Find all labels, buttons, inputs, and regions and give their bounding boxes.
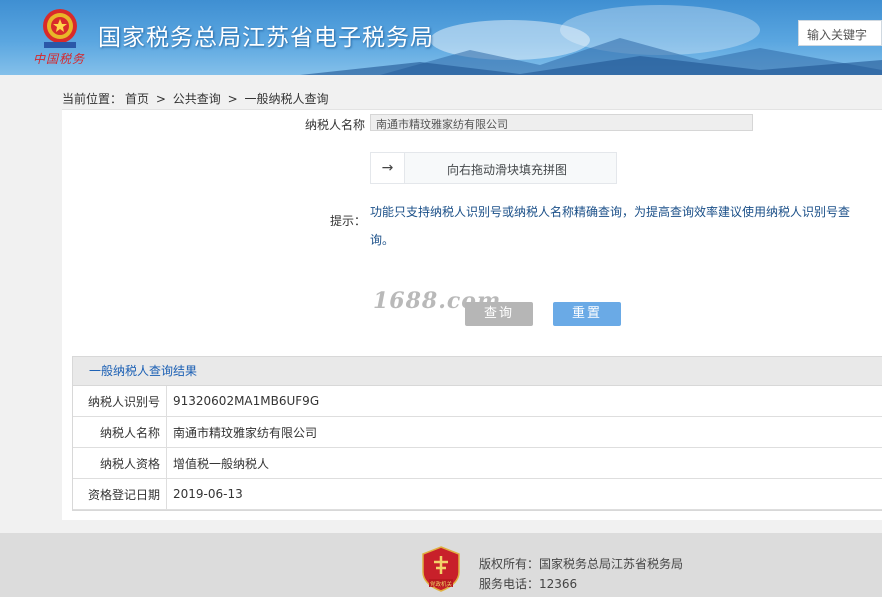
row-value: 2019-06-13 bbox=[166, 478, 882, 510]
table-row: 资格登记日期 2019-06-13 bbox=[73, 478, 882, 510]
taxpayer-name-input[interactable]: 南通市精玟雅家纺有限公司 bbox=[370, 114, 753, 131]
hint-text: 功能只支持纳税人识别号或纳税人名称精确查询，为提高查询效率建议使用纳税人识别号查… bbox=[370, 205, 851, 247]
table-row: 纳税人识别号 91320602MA1MB6UF9G bbox=[73, 386, 882, 417]
row-label: 纳税人识别号 bbox=[73, 386, 167, 417]
header-slogan: 中国税务 bbox=[33, 52, 86, 66]
row-value: 南通市精玟雅家纺有限公司 bbox=[166, 416, 882, 448]
slider-instruction: 向右拖动滑块填充拼图 bbox=[447, 163, 568, 177]
national-emblem-icon bbox=[43, 9, 77, 48]
row-label: 纳税人名称 bbox=[73, 416, 167, 448]
table-row: 纳税人资格 增值税一般纳税人 bbox=[73, 447, 882, 479]
site-title: 国家税务总局江苏省电子税务局 bbox=[98, 25, 434, 51]
row-label: 资格登记日期 bbox=[73, 478, 167, 510]
footer-logo-text: 党政机关 bbox=[430, 580, 453, 588]
results-table: 一般纳税人查询结果 纳税人识别号 91320602MA1MB6UF9G 纳税人名… bbox=[72, 356, 882, 511]
site-footer: 党政机关 版权所有：国家税务总局江苏省税务局 服务电话：12366 bbox=[0, 533, 882, 597]
search-input[interactable]: 输入关键字 bbox=[798, 20, 882, 46]
breadcrumb-separator: > bbox=[227, 92, 238, 106]
results-grid: 纳税人识别号 91320602MA1MB6UF9G 纳税人名称 南通市精玟雅家纺… bbox=[73, 386, 882, 510]
breadcrumb: 当前位置： 首页 > 公共查询 > 一般纳税人查询 bbox=[62, 90, 332, 107]
slider-arrow-icon[interactable]: → bbox=[371, 153, 405, 183]
captcha-slider[interactable]: → 向右拖动滑块填充拼图 bbox=[370, 152, 617, 184]
results-title: 一般纳税人查询结果 bbox=[73, 357, 882, 386]
footer-copyright: 版权所有：国家税务总局江苏省税务局 bbox=[479, 557, 684, 571]
taxpayer-name-label: 纳税人名称 bbox=[305, 118, 366, 132]
reset-button[interactable]: 重置 bbox=[553, 302, 621, 326]
query-button[interactable]: 查询 bbox=[465, 302, 533, 326]
breadcrumb-separator: > bbox=[155, 92, 166, 106]
row-value: 增值税一般纳税人 bbox=[166, 447, 882, 479]
row-label: 纳税人资格 bbox=[73, 447, 167, 479]
breadcrumb-prefix: 当前位置： bbox=[62, 92, 123, 106]
footer-phone: 服务电话：12366 bbox=[479, 577, 578, 591]
site-header: 中国税务 国家税务总局江苏省电子税务局 输入关键字 bbox=[0, 0, 882, 75]
hint-label: 提示： bbox=[330, 214, 367, 228]
party-government-badge-icon[interactable]: 党政机关 bbox=[421, 546, 461, 592]
breadcrumb-current: 一般纳税人查询 bbox=[244, 92, 329, 106]
breadcrumb-public-query-link[interactable]: 公共查询 bbox=[173, 92, 221, 106]
row-value: 91320602MA1MB6UF9G bbox=[166, 386, 882, 417]
table-row: 纳税人名称 南通市精玟雅家纺有限公司 bbox=[73, 416, 882, 448]
breadcrumb-home-link[interactable]: 首页 bbox=[125, 92, 149, 106]
